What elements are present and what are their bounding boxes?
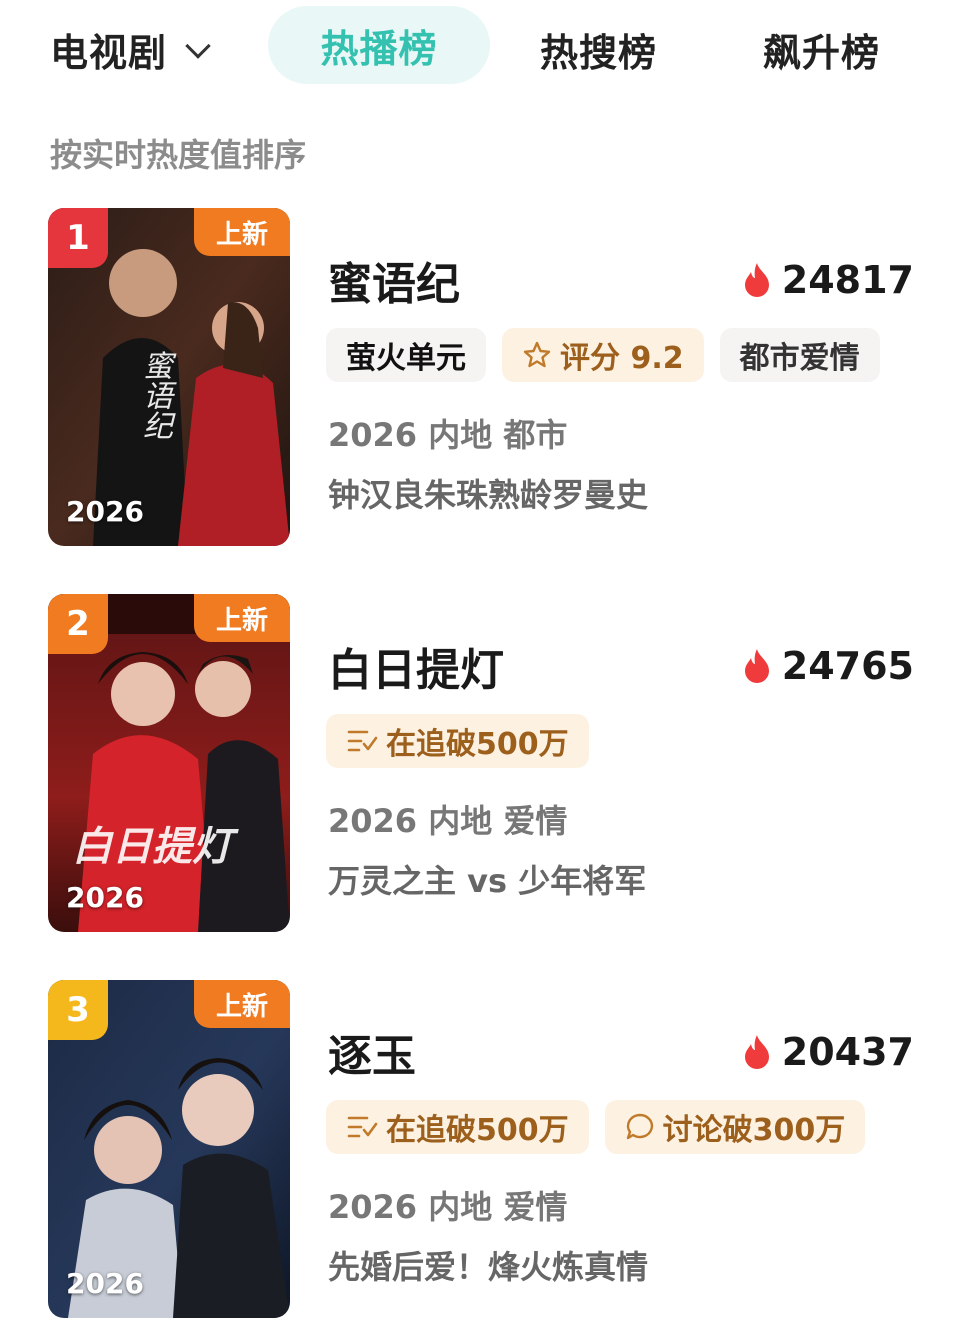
new-badge: 上新 (194, 208, 290, 256)
chat-bubble-icon (625, 1112, 655, 1142)
top-tab-bar: 电视剧 热播榜 热搜榜 飙升榜 (0, 0, 960, 96)
heat-score: 20437 (742, 1030, 914, 1074)
poster-year: 2026 (66, 1267, 144, 1300)
tab-hot-play[interactable]: 热播榜 (268, 6, 490, 84)
tag-row: 萤火单元 评分 9.2 都市爱情 (326, 328, 880, 382)
poster-image[interactable]: 3 上新 2026 (48, 980, 290, 1318)
flame-icon (744, 1035, 769, 1069)
poster-title-art: 白日提灯 (72, 823, 232, 870)
show-description: 钟汉良朱珠熟龄罗曼史 (328, 476, 649, 514)
poster-year: 2026 (66, 881, 144, 914)
rating-label: 评分 9.2 (560, 341, 684, 376)
follow-label: 在追破500万 (386, 727, 569, 762)
show-description: 先婚后爱！烽火炼真情 (328, 1248, 649, 1286)
new-badge: 上新 (194, 594, 290, 642)
follow-list-icon (346, 727, 378, 755)
show-meta: 2026 内地 爱情 (328, 802, 568, 840)
brand-tag[interactable]: 萤火单元 (326, 328, 486, 382)
heat-score: 24765 (742, 644, 914, 688)
sort-description: 按实时热度值排序 (50, 136, 307, 174)
show-title[interactable]: 蜜语纪 (328, 248, 460, 312)
follow-tag[interactable]: 在追破500万 (326, 714, 589, 768)
flame-icon (744, 263, 769, 297)
heat-value: 24817 (781, 258, 914, 302)
tab-label: 热播榜 (320, 26, 438, 71)
ranking-card[interactable]: 蜜语纪 1 上新 2026 蜜语纪 24817 萤火单元 评分 9.2 都市爱情… (0, 208, 960, 548)
genre-tag[interactable]: 都市爱情 (719, 328, 880, 382)
poster-image[interactable]: 白日提灯 2 上新 2026 (48, 594, 290, 932)
show-meta: 2026 内地 都市 (328, 416, 568, 454)
show-description: 万灵之主 vs 少年将军 (328, 862, 647, 900)
heat-score: 24817 (742, 258, 914, 302)
show-meta: 2026 内地 爱情 (328, 1188, 568, 1226)
new-badge: 上新 (194, 980, 290, 1028)
rank-badge: 3 (48, 980, 108, 1040)
poster-image[interactable]: 蜜语纪 1 上新 2026 (48, 208, 290, 546)
category-label: 电视剧 (50, 31, 168, 75)
heat-value: 20437 (781, 1030, 914, 1074)
tab-rising[interactable]: 飙升榜 (763, 22, 880, 77)
show-title[interactable]: 白日提灯 (328, 634, 504, 698)
follow-tag[interactable]: 在追破500万 (326, 1100, 589, 1154)
tag-row: 在追破500万 (326, 714, 589, 768)
rating-tag[interactable]: 评分 9.2 (502, 328, 704, 382)
discuss-tag[interactable]: 讨论破300万 (604, 1100, 866, 1154)
follow-label: 在追破500万 (386, 1113, 569, 1148)
show-title[interactable]: 逐玉 (328, 1020, 416, 1084)
ranking-card[interactable]: 3 上新 2026 逐玉 20437 在追破500万 讨论破300万 2026 … (0, 980, 960, 1320)
follow-list-icon (346, 1113, 378, 1141)
tag-row: 在追破500万 讨论破300万 (326, 1100, 866, 1154)
chevron-down-icon (185, 32, 211, 59)
heat-value: 24765 (781, 644, 914, 688)
flame-icon (744, 649, 769, 683)
discuss-label: 讨论破300万 (662, 1113, 846, 1148)
category-dropdown[interactable]: 电视剧 (50, 22, 211, 77)
tab-hot-search[interactable]: 热搜榜 (540, 22, 657, 77)
rank-badge: 2 (48, 594, 108, 654)
star-icon (522, 340, 552, 370)
poster-year: 2026 (66, 495, 144, 528)
poster-title-art: 蜜语纪 (137, 350, 172, 440)
ranking-card[interactable]: 白日提灯 2 上新 2026 白日提灯 24765 在追破500万 2026 内… (0, 594, 960, 934)
rank-badge: 1 (48, 208, 108, 268)
